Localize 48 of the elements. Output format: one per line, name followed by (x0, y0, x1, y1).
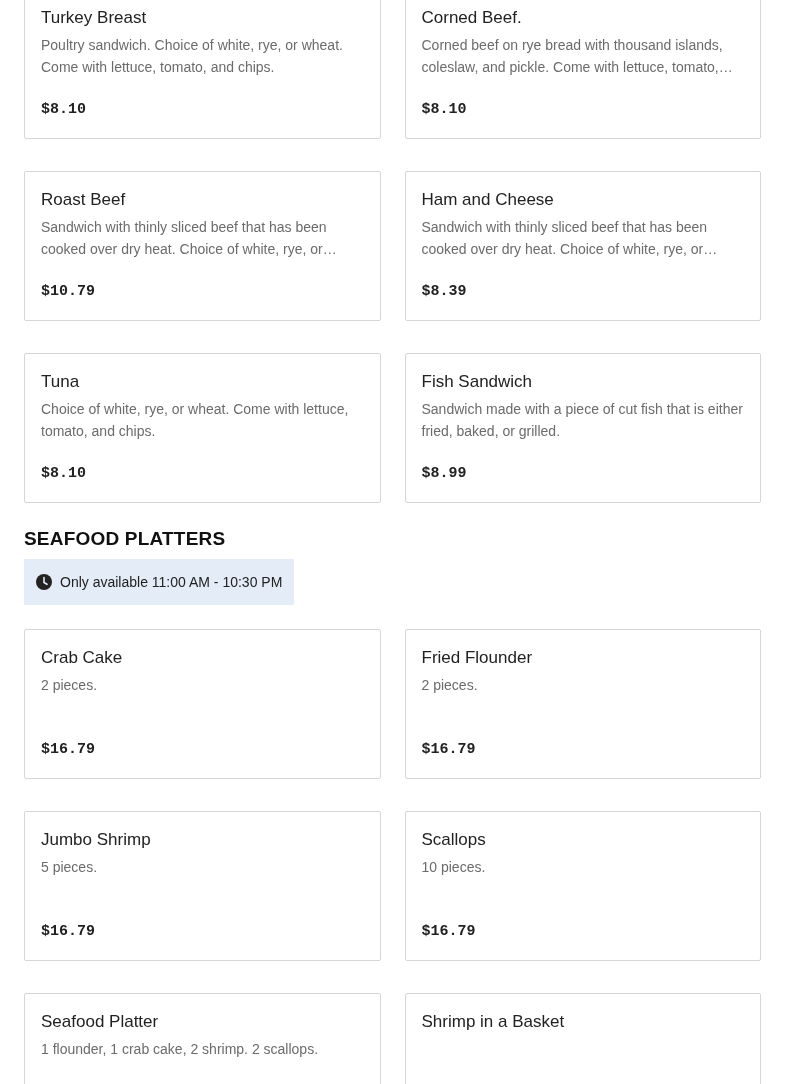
item-price: $16.79 (421, 922, 476, 942)
item-name: Roast Beef (41, 189, 126, 211)
item-name: Tuna (41, 371, 80, 393)
item-description: Sandwich with thinly sliced beef that has been cooked over dry heat. Choice of white, rye, or… (421, 218, 719, 259)
item-description: 2 pieces. (41, 676, 98, 695)
menu-item-card[interactable]: Seafood Platter 1 flounder, 1 crab cake, 2 shrimp. 2 scallops. (24, 993, 381, 1084)
menu-item-card[interactable]: Jumbo Shrimp 5 pieces. $16.79 (24, 811, 381, 961)
item-description: 2 pieces. (421, 676, 478, 695)
menu-item-card[interactable]: Shrimp in a Basket (404, 993, 761, 1084)
item-name: Ham and Cheese (421, 189, 554, 211)
item-price: $8.10 (41, 100, 86, 120)
menu-item-card[interactable]: Scallops 10 pieces. $16.79 (404, 811, 761, 961)
item-name: Crab Cake (41, 647, 123, 669)
item-price: $8.10 (41, 464, 86, 484)
menu-item-card[interactable]: Crab Cake 2 pieces. $16.79 (24, 629, 381, 779)
item-description: Poultry sandwich. Choice of white, rye, or wheat. Come with lettuce, tomato, and chips. (41, 36, 344, 77)
item-name: Jumbo Shrimp (41, 829, 151, 851)
item-name: Shrimp in a Basket (421, 1011, 565, 1033)
item-name: Corned Beef. (421, 7, 522, 29)
item-description: Sandwich with thinly sliced beef that has been cooked over dry heat. Choice of white, rye, or… (41, 218, 338, 259)
menu-item-card[interactable]: Tuna Choice of white, rye, or wheat. Come with lettuce, tomato, and chips. $8.10 (24, 353, 381, 503)
item-price: $10.79 (41, 282, 95, 302)
item-description: 5 pieces. (41, 858, 98, 877)
item-description: 10 pieces. (421, 858, 486, 877)
item-name: Scallops (421, 829, 486, 851)
menu-item-card[interactable]: Turkey Breast Poultry sandwich. Choice of white, rye, or wheat. Come with lettuce, tomato, and chips. $8.10 (24, 0, 381, 139)
menu-item-card[interactable]: Ham and Cheese Sandwich with thinly sliced beef that has been cooked over dry heat. Choice of white, rye, or… $8.39 (404, 171, 761, 321)
item-price: $16.79 (421, 740, 476, 760)
item-price: $8.99 (421, 464, 467, 484)
menu-item-card[interactable]: Roast Beef Sandwich with thinly sliced beef that has been cooked over dry heat. Choice of white, rye, or… $10.79 (24, 171, 381, 321)
item-name: Seafood Platter (41, 1011, 159, 1033)
item-price: $16.79 (41, 740, 95, 760)
item-description: 1 flounder, 1 crab cake, 2 shrimp. 2 scallops. (41, 1040, 319, 1059)
item-name: Fish Sandwich (421, 371, 533, 393)
clock-icon (36, 574, 52, 590)
menu-item-card[interactable]: Fish Sandwich Sandwich made with a piece of cut fish that is either fried, baked, or grilled. $8.99 (404, 353, 761, 503)
item-price: $16.79 (41, 922, 95, 942)
item-description: Sandwich made with a piece of cut fish that is either fried, baked, or grilled. (421, 400, 744, 441)
item-price: $8.39 (421, 282, 467, 302)
item-price: $8.10 (421, 100, 467, 120)
item-description: Choice of white, rye, or wheat. Come with lettuce, tomato, and chips. (41, 400, 350, 441)
section-title: SEAFOOD PLATTERS (24, 527, 226, 551)
availability-text: Only available 11:00 AM - 10:30 PM (60, 574, 283, 590)
item-description: Corned beef on rye bread with thousand islands, coleslaw, and pickle. Come with lettuce, tomato,… (421, 36, 734, 77)
menu-item-card[interactable]: Fried Flounder 2 pieces. $16.79 (404, 629, 761, 779)
item-name: Turkey Breast (41, 7, 147, 29)
item-name: Fried Flounder (421, 647, 533, 669)
menu-item-card[interactable]: Corned Beef. Corned beef on rye bread with thousand islands, coleslaw, and pickle. Come with lettuce, tomato,… $8.10 (404, 0, 761, 139)
